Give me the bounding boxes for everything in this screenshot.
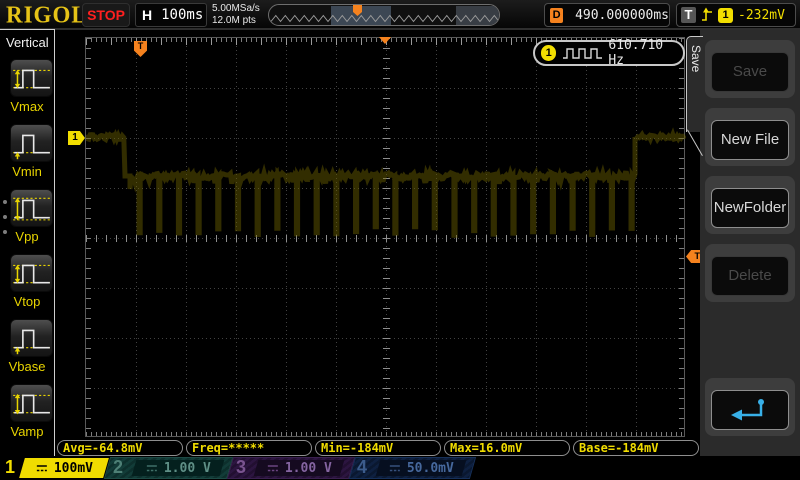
- vtop-icon: [11, 255, 52, 291]
- memory-depth: 12.0M pts: [212, 15, 260, 27]
- dc-coupling-icon: [266, 463, 280, 474]
- rising-edge-icon: [701, 6, 713, 24]
- graticule: [85, 37, 685, 437]
- channel2-scale-box: 1.00 V: [132, 460, 225, 476]
- oscilloscope-screen: RIGOL STOP H 100ms 5.00MSa/s 12.0M pts D…: [0, 0, 800, 480]
- page-indicator-dot: [3, 215, 7, 219]
- channel4-number[interactable]: 4: [357, 457, 367, 478]
- new-folder-button[interactable]: NewFolder: [711, 188, 789, 228]
- vbase-label: Vbase: [0, 359, 54, 374]
- vbase-button[interactable]: [10, 319, 53, 357]
- save-menu-panel: Save New File NewFolder Delete: [700, 30, 800, 456]
- measurement-max: Max=16.0mV: [444, 440, 570, 456]
- dc-coupling-icon: [35, 463, 49, 474]
- menu-cell: Delete: [705, 244, 795, 302]
- menu-cell: Save: [705, 40, 795, 98]
- channel-status-bar: 1 100mV 2 1.00 V 3 1.00 V: [0, 457, 800, 480]
- channel2-scale: 1.00 V: [164, 461, 211, 476]
- h-label: H: [142, 7, 152, 23]
- thumbnail-wave-icon: [269, 5, 499, 26]
- channel4-scale: 50.0mV: [407, 461, 454, 476]
- trigger-level-value: -232mV: [738, 8, 785, 23]
- save-button[interactable]: Save: [711, 52, 789, 92]
- vpp-icon: [11, 190, 52, 226]
- vbase-icon: [11, 320, 52, 356]
- measurement-base: Base=-184mV: [573, 440, 699, 456]
- save-tab-label: Save: [689, 45, 703, 72]
- left-menu-title: Vertical: [0, 30, 54, 50]
- menu-cell: New File: [705, 108, 795, 166]
- channel1-number[interactable]: 1: [5, 457, 15, 478]
- vamp-button[interactable]: [10, 384, 53, 422]
- channel3-number[interactable]: 3: [236, 457, 246, 478]
- new-file-button[interactable]: New File: [711, 120, 789, 160]
- channel1-trace: [86, 38, 686, 438]
- freq-counter-channel-badge: 1: [541, 45, 556, 61]
- delay-label: D: [550, 8, 563, 23]
- vertical-measure-menu: Vertical Vmax: [0, 29, 55, 456]
- dc-coupling-icon: [145, 463, 159, 474]
- vtop-label: Vtop: [0, 294, 54, 309]
- menu-cell: [705, 378, 795, 436]
- vmax-button[interactable]: [10, 59, 53, 97]
- dc-coupling-icon: [388, 463, 402, 474]
- return-button[interactable]: [711, 390, 789, 430]
- trigger-label: T: [681, 7, 696, 23]
- channel4-scale-box: 50.0mV: [376, 460, 467, 476]
- vmin-button[interactable]: [10, 124, 53, 162]
- measurement-freq: Freq=*****: [186, 440, 312, 456]
- vmin-label: Vmin: [0, 164, 54, 179]
- vmax-icon: [11, 60, 52, 96]
- vmin-icon: [11, 125, 52, 161]
- rigol-logo: RIGOL: [6, 1, 88, 28]
- return-arrow-icon: [728, 397, 772, 423]
- run-state-badge[interactable]: STOP: [82, 3, 130, 27]
- measurement-avg: Avg=-64.8mV: [57, 440, 183, 456]
- freq-counter-value: 610.710 Hz: [608, 38, 683, 68]
- channel1-scale: 100mV: [54, 461, 93, 476]
- top-status-bar: RIGOL STOP H 100ms 5.00MSa/s 12.0M pts D…: [0, 0, 800, 30]
- vtop-button[interactable]: [10, 254, 53, 292]
- page-indicator-dot: [3, 200, 7, 204]
- waveform-overview-thumbnail[interactable]: [268, 4, 500, 26]
- menu-cell: NewFolder: [705, 176, 795, 234]
- vamp-label: Vamp: [0, 424, 54, 439]
- channel1-tab[interactable]: 100mV: [19, 458, 109, 478]
- horizontal-timebase-box[interactable]: H 100ms: [135, 3, 207, 27]
- vmax-label: Vmax: [0, 99, 54, 114]
- delete-button[interactable]: Delete: [711, 256, 789, 296]
- trigger-source-badge: 1: [718, 8, 733, 23]
- measurement-min: Min=-184mV: [315, 440, 441, 456]
- channel2-number[interactable]: 2: [113, 457, 123, 478]
- delay-box[interactable]: D 490.000000ms: [544, 3, 670, 27]
- channel1-ground-marker[interactable]: 1: [68, 131, 85, 145]
- vamp-icon: [11, 385, 52, 421]
- delay-value: 490.000000ms: [575, 8, 669, 23]
- vpp-button[interactable]: [10, 189, 53, 227]
- sample-rate: 5.00MSa/s: [212, 3, 260, 15]
- trigger-box[interactable]: T 1 -232mV: [676, 3, 796, 27]
- frequency-counter: 1 610.710 Hz: [533, 40, 685, 66]
- channel3-scale-box: 1.00 V: [254, 460, 345, 476]
- vpp-label: Vpp: [0, 229, 54, 244]
- page-indicator-dot: [3, 230, 7, 234]
- acquisition-info: 5.00MSa/s 12.0M pts: [212, 3, 260, 27]
- square-wave-icon: [562, 47, 602, 60]
- channel3-scale: 1.00 V: [285, 461, 332, 476]
- save-menu-tab: Save: [686, 36, 703, 132]
- timebase-value: 100ms: [161, 7, 203, 23]
